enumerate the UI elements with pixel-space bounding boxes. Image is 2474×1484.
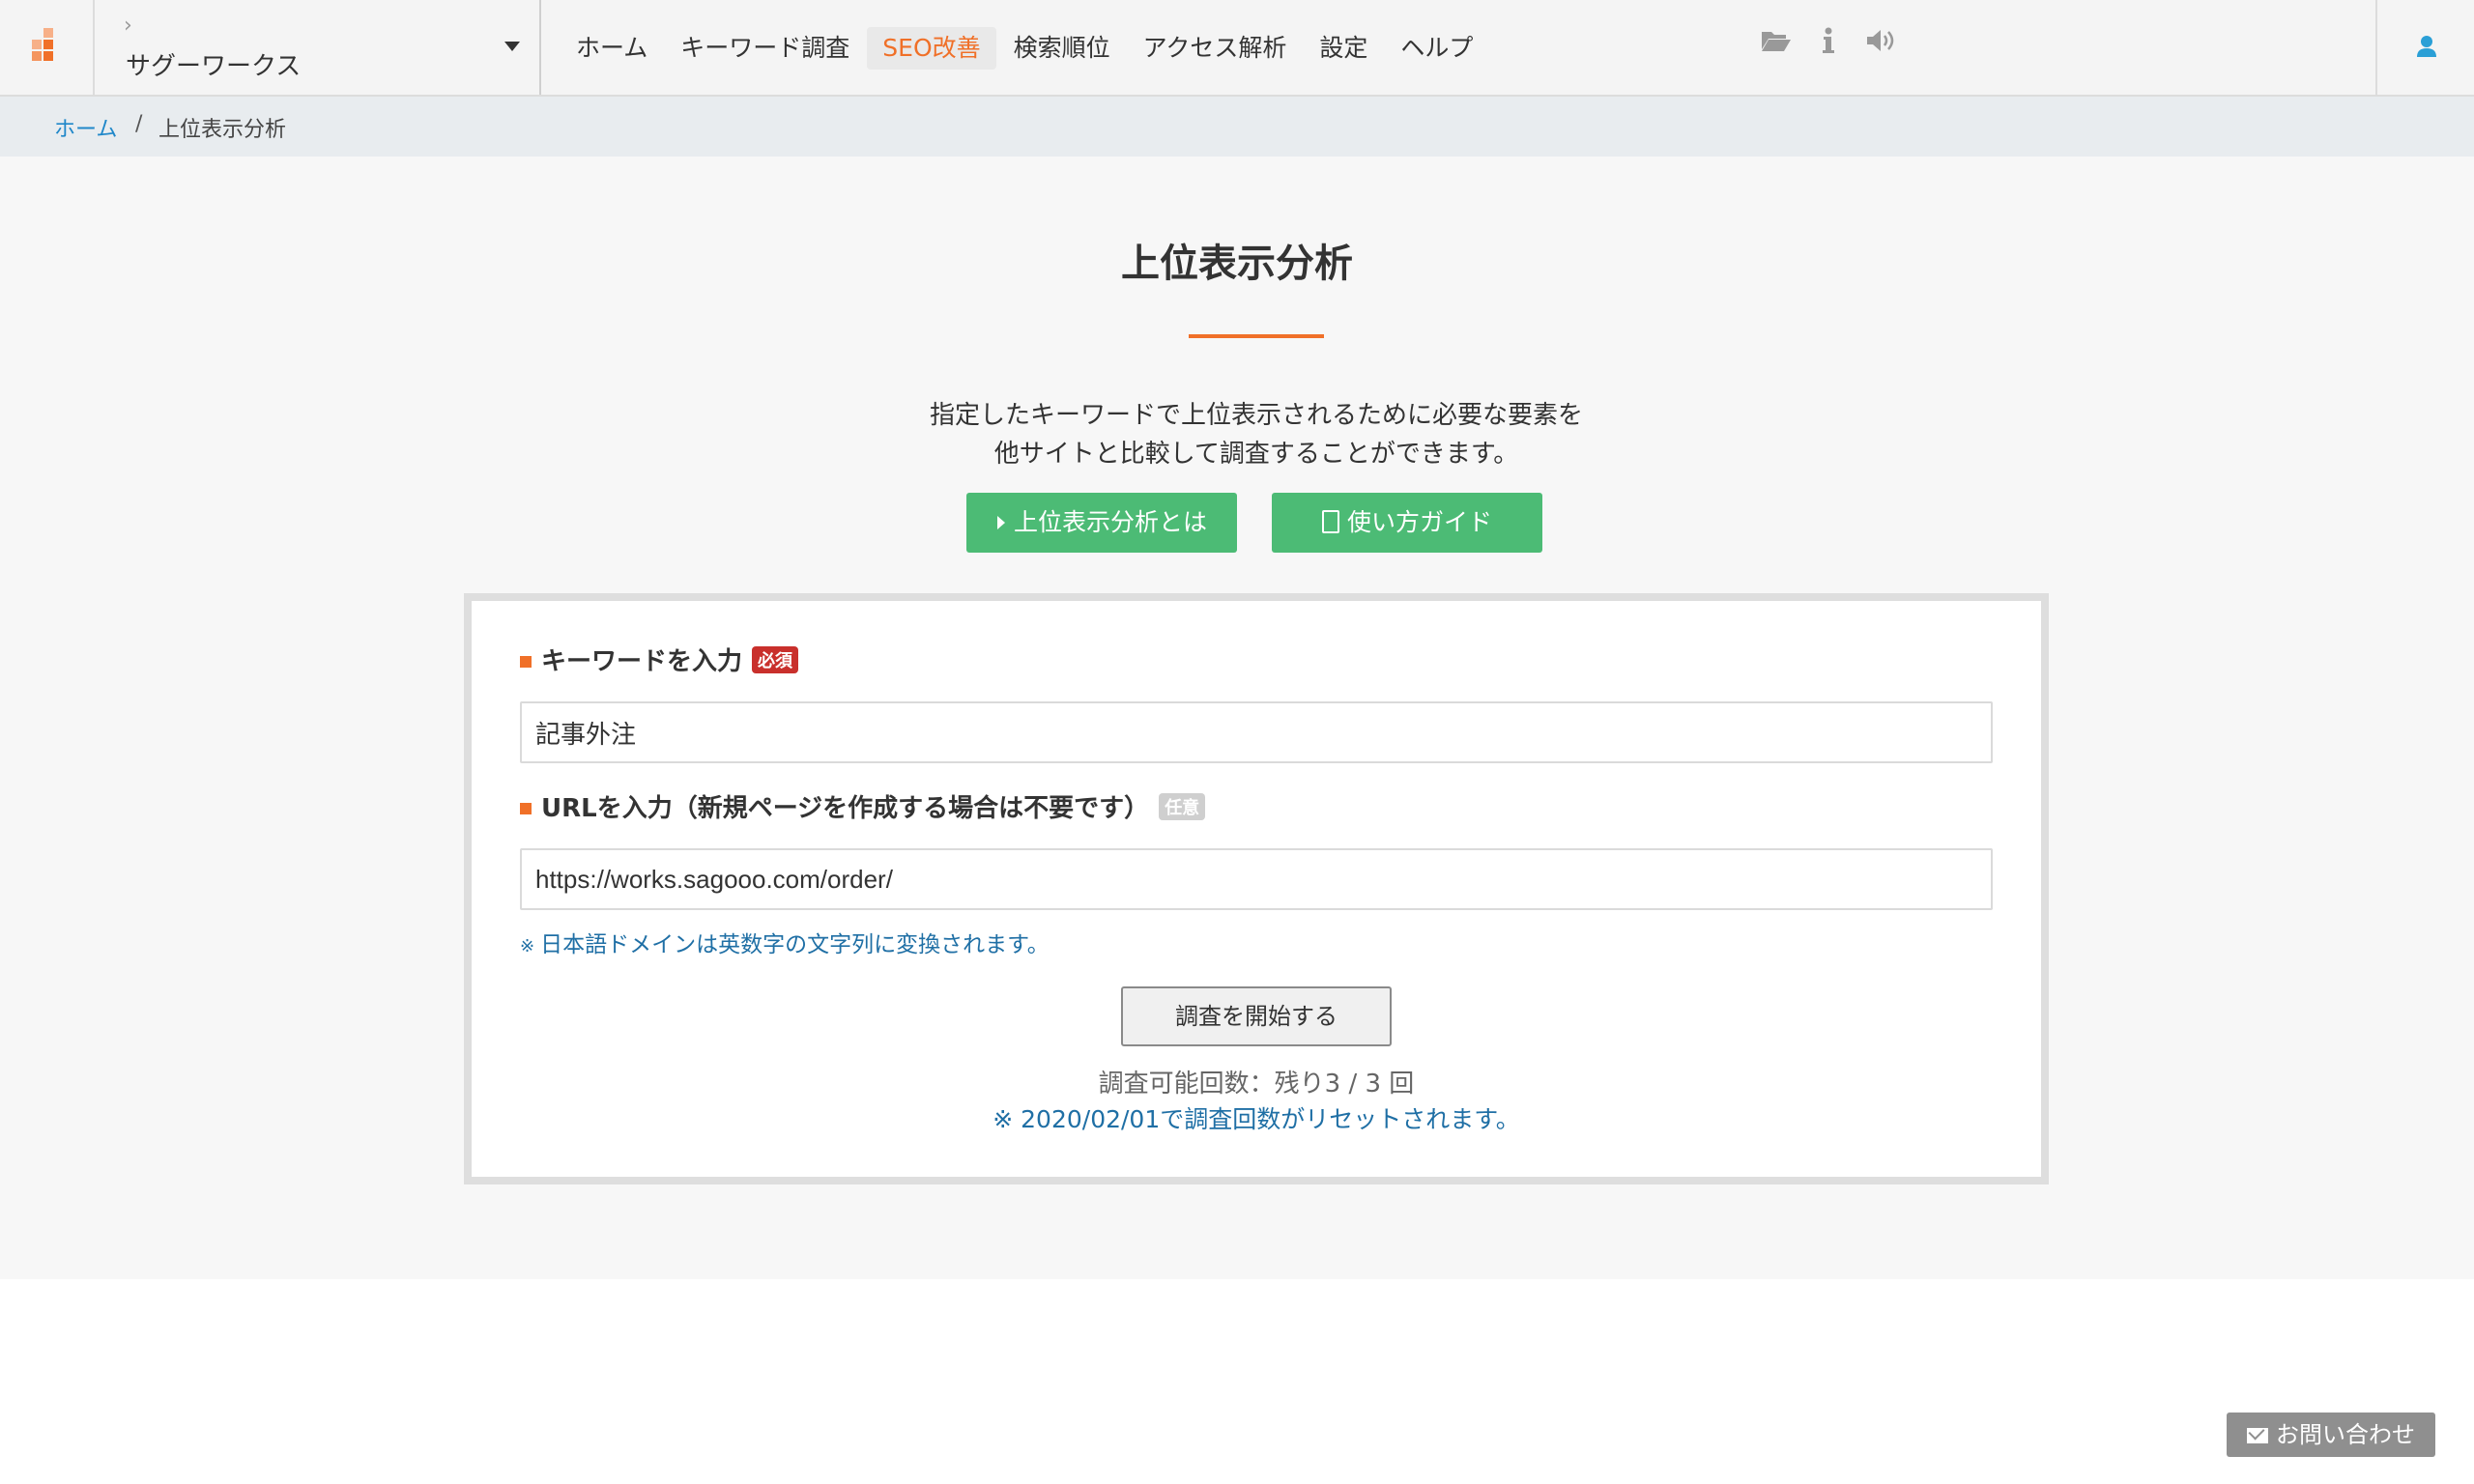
caret-down-icon [504, 42, 520, 51]
label-marker [520, 803, 532, 814]
contact-button[interactable]: お問い合わせ [2227, 1413, 2435, 1457]
page-description: 指定したキーワードで上位表示されるために必要な要素を 他サイトと比較して調査する… [0, 396, 2474, 473]
url-label: URLを入力（新規ページを作成する場合は不要です） 任意 [520, 788, 1206, 824]
url-input[interactable] [520, 848, 1993, 910]
start-research-button[interactable]: 調査を開始する [1121, 986, 1392, 1046]
breadcrumb: ホーム / 上位表示分析 [0, 97, 2474, 157]
info-icon[interactable] [1811, 27, 1846, 62]
domain-note-text: 日本語ドメインは英数字の文字列に変換されます。 [540, 932, 1050, 957]
domain-note: ※ 日本語ドメインは英数字の文字列に変換されます。 [520, 926, 1050, 958]
keyword-label: キーワードを入力 必須 [520, 642, 799, 677]
guide-button-label: 使い方ガイド [1346, 508, 1492, 536]
main-nav: ホーム キーワード調査 SEO改善 検索順位 アクセス解析 設定 ヘルプ [561, 27, 1490, 70]
nav-keyword-research[interactable]: キーワード調査 [665, 27, 865, 70]
remaining-count: 調査可能回数：残り3 / 3 回 [1098, 1070, 1415, 1099]
keyword-input[interactable] [520, 701, 1993, 763]
nav-settings[interactable]: 設定 [1304, 27, 1383, 70]
user-menu[interactable] [2375, 0, 2474, 95]
user-icon [2417, 36, 2436, 57]
nav-seo-improvement[interactable]: SEO改善 [867, 27, 996, 70]
optional-badge: 任意 [1159, 793, 1206, 820]
logo-area[interactable] [0, 0, 95, 95]
guide-button[interactable]: 使い方ガイド [1272, 493, 1542, 553]
chevron-right-icon: › [124, 14, 132, 38]
reset-note: ※ 2020/02/01で調査回数がリセットされます。 [992, 1105, 1520, 1133]
nav-search-ranking[interactable]: 検索順位 [998, 27, 1126, 70]
breadcrumb-separator: / [135, 112, 143, 136]
caret-right-icon [996, 493, 1006, 553]
description-line-2: 他サイトと比較して調査することができます。 [993, 440, 1519, 469]
logo [32, 28, 61, 67]
header-icons [1759, 27, 1915, 62]
folder-open-icon[interactable] [1759, 27, 1794, 62]
nav-home[interactable]: ホーム [561, 27, 663, 70]
speaker-icon[interactable] [1863, 27, 1898, 62]
label-marker [520, 656, 532, 668]
pdf-file-icon [1321, 510, 1339, 533]
breadcrumb-home[interactable]: ホーム [54, 112, 117, 143]
note-mark: ※ [520, 936, 535, 956]
main-content: 上位表示分析 指定したキーワードで上位表示されるために必要な要素を 他サイトと比… [0, 157, 2474, 1279]
required-badge: 必須 [752, 646, 799, 673]
contact-label: お問い合わせ [2276, 1421, 2415, 1448]
top-header: › サグーワークス ホーム キーワード調査 SEO改善 検索順位 アクセス解析 … [0, 0, 2474, 97]
url-label-text: URLを入力（新規ページを作成する場合は不要です） [541, 794, 1150, 823]
nav-access-analysis[interactable]: アクセス解析 [1128, 27, 1303, 70]
envelope-icon [2247, 1428, 2268, 1443]
page-title: 上位表示分析 [1121, 242, 1353, 286]
about-button-label: 上位表示分析とは [1013, 508, 1207, 536]
breadcrumb-current: 上位表示分析 [158, 118, 287, 142]
keyword-label-text: キーワードを入力 [541, 647, 743, 676]
project-selector[interactable]: › サグーワークス [97, 0, 541, 95]
nav-help[interactable]: ヘルプ [1385, 27, 1488, 70]
about-button[interactable]: 上位表示分析とは [966, 493, 1237, 553]
title-underline [1189, 334, 1324, 338]
description-line-1: 指定したキーワードで上位表示されるために必要な要素を [929, 401, 1583, 430]
project-name: サグーワークス [126, 52, 302, 81]
